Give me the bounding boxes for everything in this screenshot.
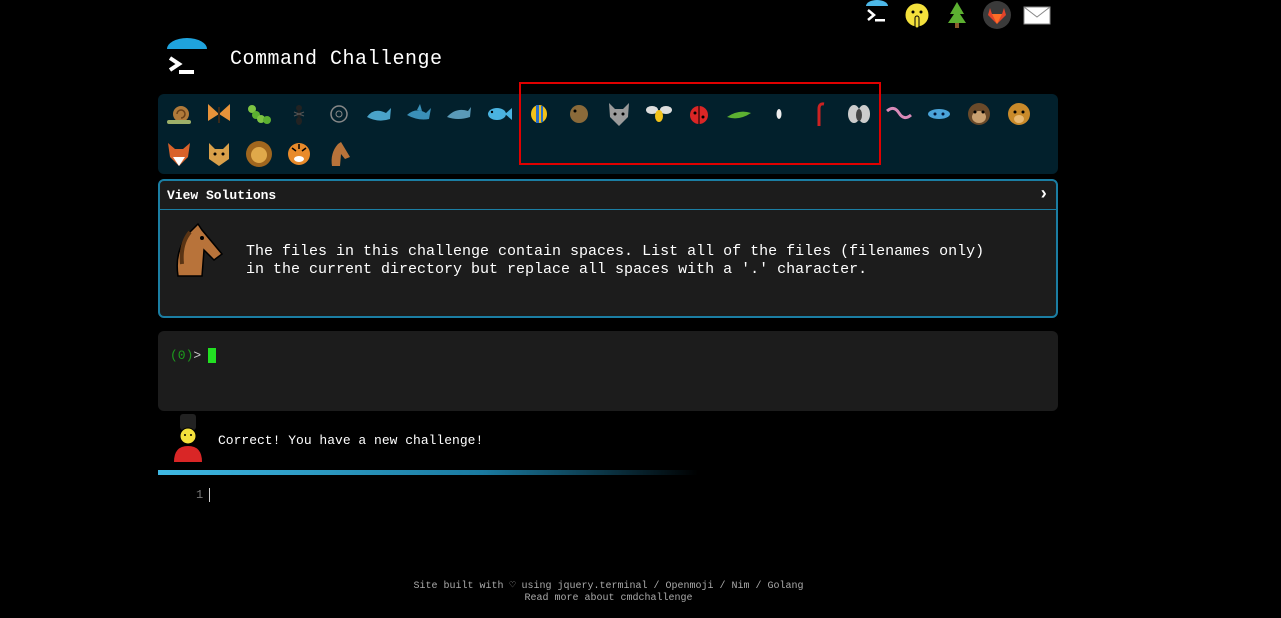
challenge-animal-bar [158,94,1058,174]
solutions-panel: View Solutions › The files in this chall… [158,179,1058,318]
bug-icon[interactable] [764,99,794,129]
whale-icon[interactable] [364,99,394,129]
bee-icon[interactable] [644,99,674,129]
ladybug-icon[interactable] [684,99,714,129]
challenge-line-2: in the current directory but replace all… [246,261,868,278]
pea-pod-icon[interactable] [724,99,754,129]
shark-icon[interactable] [404,99,434,129]
view-solutions-label[interactable]: View Solutions [167,188,276,203]
wolf-icon[interactable] [604,99,634,129]
caterpillar-icon[interactable] [244,99,274,129]
challenge-body: The files in this challenge contain spac… [160,210,1056,316]
page-header: Command Challenge [165,38,443,80]
snail-icon[interactable] [164,99,194,129]
page-title: Command Challenge [230,47,443,71]
sand-dollar-icon[interactable] [324,99,354,129]
monkey-icon[interactable] [964,99,994,129]
fly-icon[interactable] [844,99,874,129]
guard-avatar-icon [174,414,202,462]
microbe-icon[interactable] [924,99,954,129]
prompt-code: (0) [170,348,194,363]
divider [158,470,698,475]
terminal-prompt: (0)> [170,348,201,363]
worm-icon[interactable] [884,99,914,129]
status-message: Correct! You have a new challenge! [218,433,484,448]
chevron-right-icon[interactable]: › [1038,185,1049,205]
view-solutions-header[interactable]: View Solutions › [160,181,1056,210]
tree-icon[interactable] [940,0,974,30]
challenge-line-1: The files in this challenge contain spac… [246,243,985,260]
butterfly-icon[interactable] [204,99,234,129]
terminal-cursor[interactable] [208,348,216,363]
horse-icon[interactable] [324,139,354,169]
editor-caret[interactable] [209,488,210,502]
challenge-description: The files in this challenge contain spac… [246,243,984,279]
ant-icon[interactable] [284,99,314,129]
dolphin-icon[interactable] [444,99,474,129]
prompt-symbol: > [193,348,202,363]
footer: Site built with ♡ using jquery.terminal … [0,581,1217,605]
scorpion-icon[interactable] [804,99,834,129]
footer-read-more-link[interactable]: Read more about cmdchallenge [0,593,1217,605]
cat-icon[interactable] [204,139,234,169]
terminal-logo-icon[interactable] [165,38,209,80]
envelope-icon[interactable] [1020,0,1054,30]
lion-icon[interactable] [244,139,274,169]
dog-icon[interactable] [1004,99,1034,129]
horse-avatar-icon [176,222,224,277]
blowfish-icon[interactable] [564,99,594,129]
terminal[interactable]: (0)> [158,331,1058,411]
fox-icon[interactable] [164,139,194,169]
tropical-fish-icon[interactable] [524,99,554,129]
top-icon-bar [860,0,1054,30]
fish-icon[interactable] [484,99,514,129]
gitlab-icon[interactable] [980,0,1014,30]
footer-credits: Site built with ♡ using jquery.terminal … [413,581,804,592]
terminal-icon[interactable] [860,0,894,30]
shushing-face-icon[interactable] [900,0,934,30]
editor-line-number: 1 [196,488,204,502]
tiger-icon[interactable] [284,139,314,169]
